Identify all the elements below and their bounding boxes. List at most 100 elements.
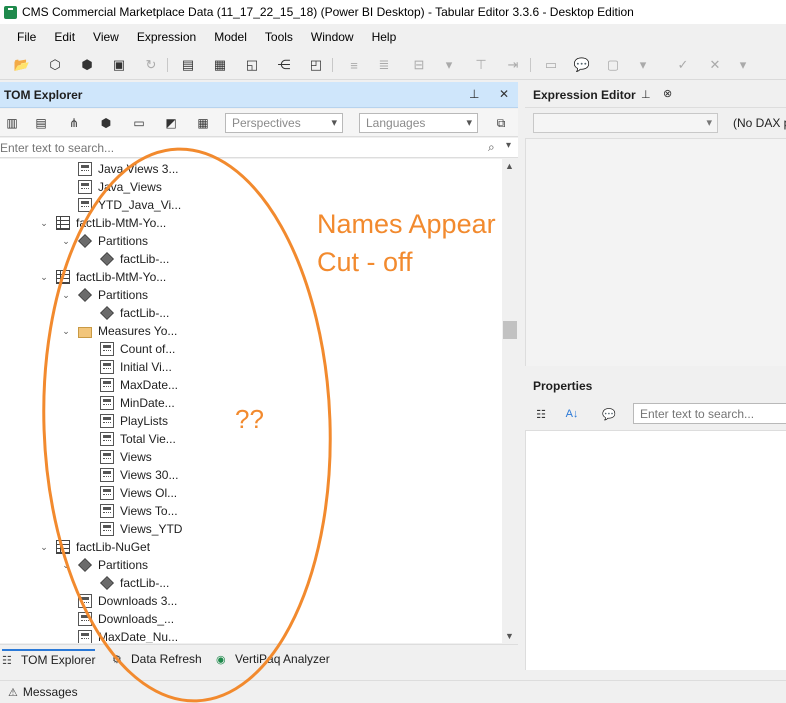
tree-measure-row[interactable]: Java_Views	[60, 178, 162, 196]
menu-view[interactable]: View	[84, 26, 128, 49]
tree-measure-row[interactable]: MaxDate...	[82, 376, 178, 394]
tree-measure-row[interactable]: Views	[82, 448, 152, 466]
perspectives-dropdown[interactable]: Perspectives	[225, 113, 343, 133]
table-icon[interactable]: ▦	[211, 56, 229, 74]
tree-partition-row[interactable]: ⌄ Partitions	[60, 232, 148, 250]
script-icon[interactable]: ◰	[307, 56, 325, 74]
measure-filter-icon[interactable]: ▥	[3, 114, 21, 132]
cancel-icon[interactable]: ✕	[706, 56, 724, 74]
tree-measure-row[interactable]: Downloads_...	[60, 610, 174, 628]
messages-label[interactable]: Messages	[23, 685, 78, 699]
close-icon[interactable]: ⊗	[663, 87, 672, 100]
pin-icon[interactable]: ⊥	[641, 88, 651, 101]
menu-expression[interactable]: Expression	[128, 26, 205, 49]
dropdown-icon[interactable]: ▾	[440, 56, 458, 74]
property-pages-icon[interactable]: 💬	[600, 406, 618, 422]
tree-partition-row[interactable]: ⌄ Partitions	[60, 286, 148, 304]
scroll-down-icon[interactable]: ▼	[505, 631, 514, 641]
tab-vertipaq-analyzer[interactable]: ◉ VertiPaq Analyzer	[216, 649, 330, 669]
tree-measure-row[interactable]: Downloads 3...	[60, 592, 177, 610]
document-icon[interactable]: ▤	[179, 56, 197, 74]
save-icon[interactable]: ▣	[110, 56, 128, 74]
menu-file[interactable]: File	[0, 26, 45, 49]
pin-icon[interactable]: ⊥	[469, 87, 479, 101]
view-icon[interactable]: ▭	[542, 56, 560, 74]
scroll-up-icon[interactable]: ▲	[505, 161, 514, 171]
hierarchy-icon[interactable]: ⋔	[65, 114, 83, 132]
menu-window[interactable]: Window	[302, 26, 363, 49]
tree-partition-row[interactable]: factLib-...	[82, 250, 169, 268]
comment-icon[interactable]: 💬	[573, 56, 591, 74]
hierarchy-icon[interactable]: ⋲	[275, 56, 293, 74]
tree-measure-row[interactable]: Views 30...	[82, 466, 178, 484]
menu-help[interactable]: Help	[363, 26, 406, 49]
page-icon[interactable]: ◱	[243, 56, 261, 74]
tree-measure-row[interactable]: MinDate...	[82, 394, 175, 412]
dropdown-icon[interactable]: ▾	[734, 56, 752, 74]
tree-measure-row[interactable]: Views Ol...	[82, 484, 177, 502]
connect-icon[interactable]: ⬢	[78, 56, 96, 74]
tab-tom-explorer[interactable]: ☷ TOM Explorer	[2, 649, 96, 669]
tree-partition-row[interactable]: factLib-...	[82, 304, 169, 322]
categorized-icon[interactable]: ☷	[532, 406, 550, 422]
tree-measure-row[interactable]: Initial Vi...	[82, 358, 172, 376]
object-dropdown[interactable]	[533, 113, 718, 133]
chevron-down-icon[interactable]: ▾	[506, 140, 511, 151]
refresh-icon[interactable]: ↻	[142, 56, 160, 74]
search-icon[interactable]: ⌕	[488, 140, 495, 155]
tab-data-refresh[interactable]: ⚙ Data Refresh	[112, 649, 202, 669]
menu-tools[interactable]: Tools	[256, 26, 302, 49]
dropdown-icon[interactable]: ▾	[634, 56, 652, 74]
tree-scrollbar[interactable]: ▲ ▼	[502, 159, 518, 643]
open-icon[interactable]: 📂	[13, 56, 31, 74]
expander-icon[interactable]: ⌄	[60, 560, 72, 571]
expander-icon[interactable]: ⌄	[60, 236, 72, 247]
tree-folder-row[interactable]: ⌄ Measures Yo...	[60, 322, 177, 340]
partition-icon[interactable]: ⬢	[97, 114, 115, 132]
expander-icon[interactable]: ⌄	[60, 326, 72, 337]
export-icon[interactable]: ⇥	[504, 56, 522, 74]
properties-grid[interactable]	[525, 430, 786, 670]
grid-icon[interactable]: ▦	[194, 114, 212, 132]
tree-measure-row[interactable]: PlayLists	[82, 412, 168, 430]
menu-model[interactable]: Model	[205, 26, 256, 49]
tree-measure-row[interactable]: Views_YTD	[82, 520, 182, 538]
tree-table-row[interactable]: ⌄ factLib-MtM-Yo...	[38, 268, 166, 286]
tree-table-row[interactable]: ⌄ factLib-MtM-Yo...	[38, 214, 166, 232]
format-dax-icon[interactable]: ≣	[375, 56, 393, 74]
tree-measure-row[interactable]: MaxDate_Nu...	[60, 628, 178, 643]
messages-icon[interactable]: ⚠	[8, 686, 18, 699]
tree-measure-row[interactable]: Total Vie...	[82, 430, 176, 448]
expander-icon[interactable]: ⌄	[38, 272, 50, 283]
check-icon[interactable]: ✓	[674, 56, 692, 74]
tom-search-input[interactable]	[0, 139, 480, 156]
tree-measure-row[interactable]: Count of...	[82, 340, 175, 358]
layout-icon[interactable]: ▢	[604, 56, 622, 74]
tree-measure-row[interactable]: Java Views 3...	[60, 160, 178, 178]
properties-search-input[interactable]	[633, 403, 786, 424]
menu-edit[interactable]: Edit	[45, 26, 84, 49]
tree-table-row[interactable]: ⌄ factLib-NuGet	[38, 538, 150, 556]
properties-header: Properties	[525, 374, 786, 398]
expander-icon[interactable]: ⌄	[60, 290, 72, 301]
scroll-thumb[interactable]	[503, 321, 517, 339]
folder-icon[interactable]: ▭	[130, 114, 148, 132]
sort-az-icon[interactable]: A↓	[563, 406, 581, 422]
tree-measure-row[interactable]: YTD_Java_Vi...	[60, 196, 181, 214]
column-filter-icon[interactable]: ▤	[32, 114, 50, 132]
hidden-icon[interactable]: ◩	[162, 114, 180, 132]
measure-icon	[78, 162, 92, 176]
expression-editor-area[interactable]	[525, 138, 786, 366]
align-icon[interactable]: ⊟	[410, 56, 428, 74]
close-icon[interactable]: ✕	[499, 87, 509, 101]
indent-icon[interactable]: ⊤	[472, 56, 490, 74]
format-icon[interactable]: ≡	[345, 56, 363, 74]
tree-partition-row[interactable]: factLib-...	[82, 574, 169, 592]
languages-dropdown[interactable]: Languages	[359, 113, 478, 133]
tree-partition-row[interactable]: ⌄ Partitions	[60, 556, 148, 574]
model-icon[interactable]: ⬡	[46, 56, 64, 74]
tree-measure-row[interactable]: Views To...	[82, 502, 178, 520]
options-icon[interactable]: ⧉	[492, 114, 510, 132]
expander-icon[interactable]: ⌄	[38, 542, 50, 553]
expander-icon[interactable]: ⌄	[38, 218, 50, 229]
